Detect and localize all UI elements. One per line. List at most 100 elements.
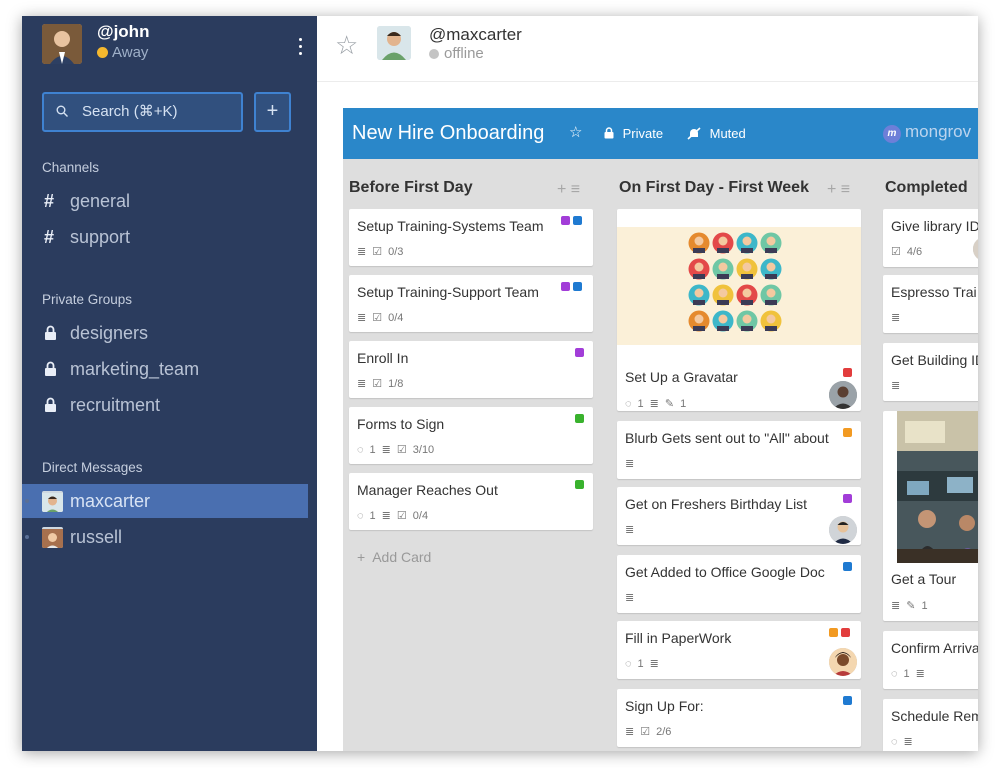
sidebar-item-recruitment[interactable]: recruitment: [22, 388, 308, 422]
menu-icon[interactable]: ≡: [571, 181, 580, 198]
description-icon: ≣: [649, 398, 659, 410]
menu-icon[interactable]: ≡: [841, 181, 850, 198]
room-status: offline: [429, 45, 484, 62]
user-profile[interactable]: @john Away: [42, 22, 302, 66]
add-icon[interactable]: +: [557, 181, 566, 198]
sidebar-item-russell[interactable]: russell: [22, 520, 308, 554]
comment-count: 1: [369, 510, 376, 522]
card[interactable]: Manager Reaches Out ◌ 1 ≣ ☑ 0/4: [349, 473, 593, 530]
card[interactable]: Get Building ID ≣: [883, 343, 978, 401]
presence-dot-icon: [25, 535, 29, 539]
sidebar-item-maxcarter[interactable]: maxcarter: [22, 484, 308, 518]
mongrov-logo-icon: m: [883, 125, 901, 143]
card[interactable]: Espresso Trai ≣: [883, 275, 978, 333]
add-button[interactable]: +: [254, 92, 291, 132]
card[interactable]: Get a Tour ≣ ✎ 1: [883, 411, 978, 621]
dm-label: russell: [70, 527, 123, 547]
description-icon: ≣: [357, 312, 367, 324]
checklist-count: 0/3: [388, 246, 404, 258]
label-green: [575, 480, 584, 489]
avatar[interactable]: [42, 24, 82, 64]
presence-dot-icon: [25, 499, 29, 503]
card[interactable]: Blurb Gets sent out to "All" about ≣: [617, 421, 861, 479]
label-purple: [843, 494, 852, 503]
avatar[interactable]: [377, 26, 411, 60]
card[interactable]: Schedule Rem ◌ ≣: [883, 699, 978, 751]
card-badges: ◌ 1 ≣ ✎ 1: [625, 397, 692, 410]
star-icon[interactable]: ☆: [569, 123, 582, 141]
search-input[interactable]: Search (⌘+K): [42, 92, 243, 132]
card-title: Sign Up For:: [625, 698, 704, 714]
add-icon[interactable]: +: [827, 181, 836, 198]
comment-icon: ◌: [357, 444, 364, 456]
card[interactable]: Enroll In ≣ ☑ 1/8: [349, 341, 593, 398]
checklist-icon: ☑: [372, 246, 383, 258]
sidebar-item-general[interactable]: # general: [22, 184, 308, 218]
add-card-button[interactable]: + Add Card: [357, 549, 431, 565]
kanban-board: New Hire Onboarding ☆ Private Muted m mon…: [343, 108, 978, 751]
card[interactable]: Get on Freshers Birthday List ≣: [617, 487, 861, 545]
board-title[interactable]: New Hire Onboarding: [352, 122, 544, 145]
add-card-label: Add Card: [372, 549, 432, 565]
sidebar-item-designers[interactable]: designers: [22, 316, 308, 350]
label-purple: [561, 282, 570, 291]
card-title: Get a Tour: [891, 571, 957, 587]
card[interactable]: Sign Up For: ≣ ☑ 2/6: [617, 689, 861, 747]
list-title: Completed: [885, 179, 968, 196]
board-header: New Hire Onboarding ☆ Private Muted m mon…: [343, 108, 978, 159]
app-window: @john Away Search (⌘+K) + Channels # gene…: [22, 16, 978, 751]
card[interactable]: Setup Training-Systems Team ≣ ☑ 0/3: [349, 209, 593, 266]
avatar: [42, 491, 63, 512]
avatar: [829, 516, 857, 544]
checklist-count: 3/10: [412, 444, 435, 456]
card-title: Give library ID: [891, 218, 978, 234]
brand-name: mongrov: [905, 122, 972, 141]
list-first-week: On First Day - First Week + ≡ Set Up a G…: [613, 159, 869, 751]
checklist-count: 0/4: [388, 312, 404, 324]
label-purple: [575, 348, 584, 357]
comment-count: 1: [637, 658, 644, 670]
comment-icon: ◌: [357, 510, 364, 522]
card-badges: ≣ ☑ 0/4: [357, 311, 409, 324]
card[interactable]: Give library ID ☑ 4/6: [883, 209, 978, 267]
description-icon: ≣: [381, 510, 391, 522]
list-completed: Completed Give library ID ☑ 4/6 Espresso …: [879, 159, 978, 751]
sidebar-item-marketing-team[interactable]: marketing_team: [22, 352, 308, 386]
list-actions[interactable]: + ≡: [827, 181, 850, 199]
card-title: Get on Freshers Birthday List: [625, 496, 808, 512]
card[interactable]: Set Up a Gravatar ◌ 1 ≣ ✎ 1: [617, 209, 861, 411]
card-badges: ≣ ☑ 1/8: [357, 377, 409, 390]
card[interactable]: Get Added to Office Google Doc ≣: [617, 555, 861, 613]
card[interactable]: Fill in PaperWork ◌ 1 ≣: [617, 621, 861, 679]
mute-label: Muted: [709, 126, 746, 141]
sidebar-item-support[interactable]: # support: [22, 220, 308, 254]
more-options-icon[interactable]: [294, 36, 306, 60]
card[interactable]: Setup Training-Support Team ≣ ☑ 0/4: [349, 275, 593, 332]
card-title: Get Added to Office Google Doc: [625, 564, 825, 580]
card-badges: ≣: [625, 523, 640, 536]
description-icon: ≣: [891, 380, 901, 392]
list-actions[interactable]: + ≡: [557, 181, 580, 199]
card[interactable]: Forms to Sign ◌ 1 ≣ ☑ 3/10: [349, 407, 593, 464]
card-badges: ◌ 1 ≣ ☑ 3/10: [357, 443, 440, 456]
label-blue: [843, 562, 852, 571]
card-badges: ≣: [891, 311, 906, 324]
search-placeholder: Search (⌘+K): [82, 103, 178, 120]
brand-logo: m mongrov: [883, 122, 971, 143]
user-handle: @john: [97, 22, 150, 41]
avatar: [829, 381, 857, 409]
group-label: marketing_team: [70, 359, 200, 379]
card[interactable]: Confirm Arriva ◌ 1 ≣: [883, 631, 978, 689]
checklist-icon: ☑: [372, 378, 383, 390]
card-badges: ☑ 4/6: [891, 245, 928, 258]
description-icon: ≣: [625, 726, 635, 738]
card-title: Enroll In: [357, 350, 409, 366]
card-title: Forms to Sign: [357, 416, 445, 432]
offline-status-icon: [429, 49, 439, 59]
card-badges: ≣: [625, 457, 640, 470]
card-title: Manager Reaches Out: [357, 482, 498, 498]
privacy-toggle[interactable]: Private: [604, 126, 663, 141]
card-badges: ≣ ☑ 2/6: [625, 725, 677, 738]
favorite-star-icon[interactable]: ☆: [335, 30, 358, 61]
mute-toggle[interactable]: Muted: [687, 126, 746, 141]
